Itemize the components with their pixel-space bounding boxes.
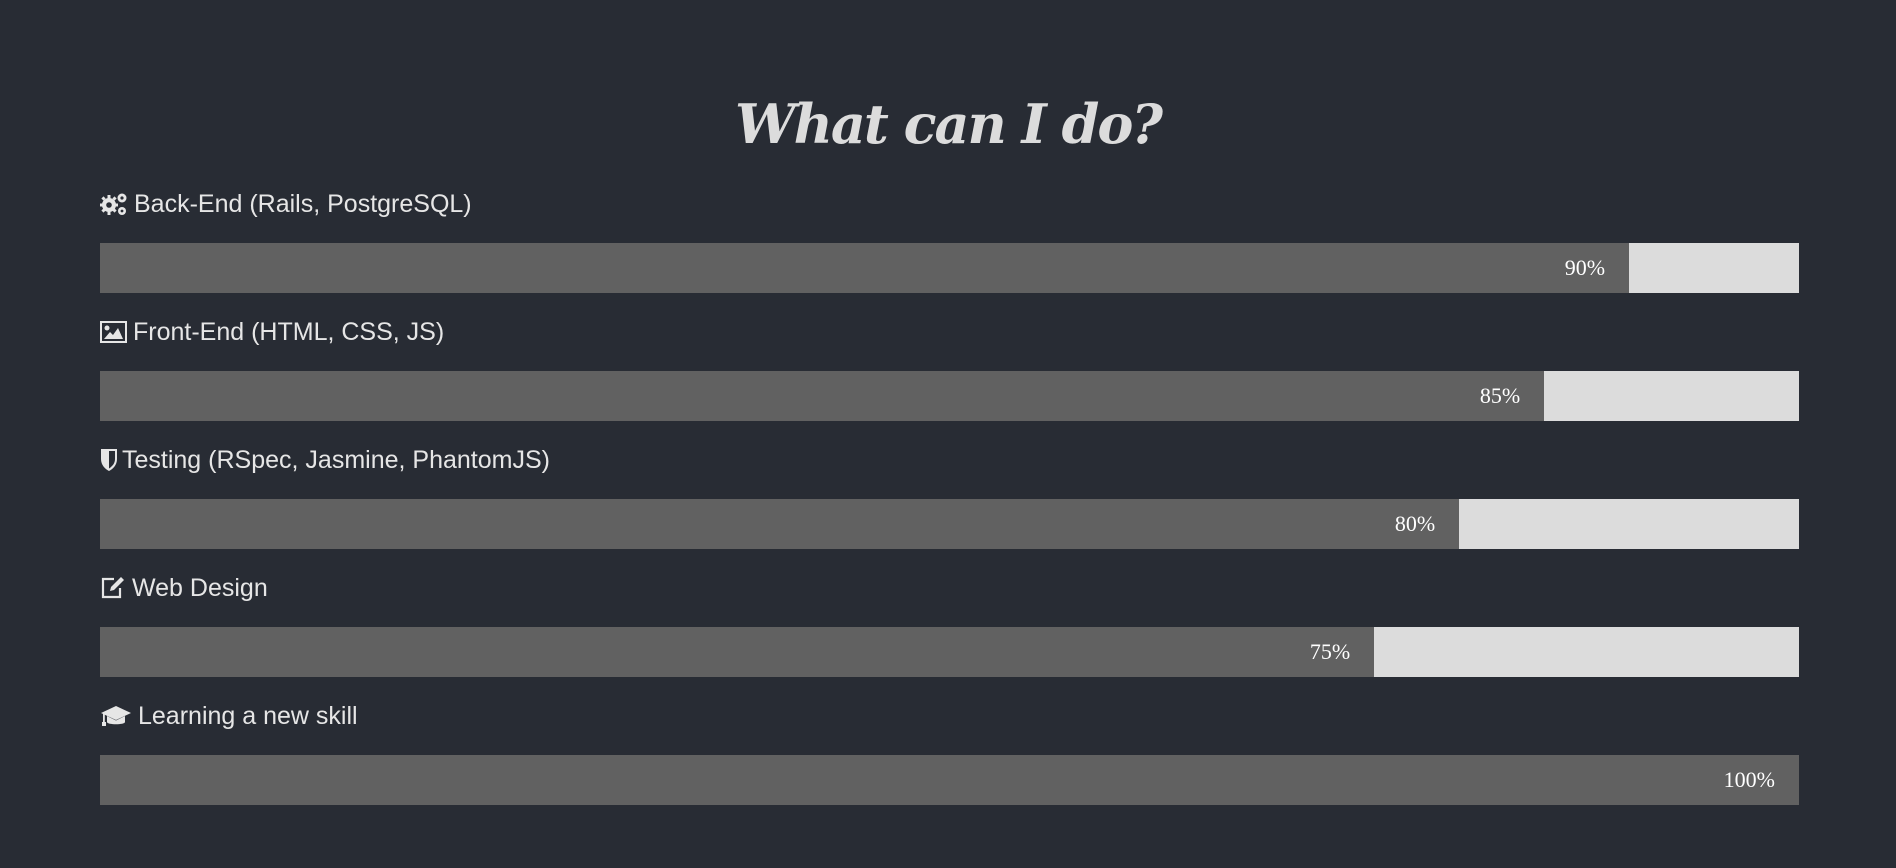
skill-item: Learning a new skill 100% [100,698,1799,826]
skill-item: Web Design 75% [100,570,1799,698]
progress-percent: 85% [1479,383,1521,408]
progress-percent: 80% [1394,511,1436,536]
progress-percent: 90% [1564,255,1606,280]
skill-item: Front-End (HTML, CSS, JS) 85% [100,314,1799,442]
skill-label: Web Design [132,573,268,602]
skill-heading: Front-End (HTML, CSS, JS) [100,314,1799,350]
progress-percent: 75% [1309,639,1351,664]
progress-fill: 90% [100,243,1630,293]
skill-heading: Web Design [100,570,1799,606]
progress-fill: 75% [100,627,1375,677]
image-icon [100,318,127,346]
skill-item: Testing (RSpec, Jasmine, PhantomJS) 80% [100,442,1799,570]
shield-icon [100,446,118,474]
skill-label: Learning a new skill [138,701,358,730]
skill-label: Back-End (Rails, PostgreSQL) [134,189,472,218]
skill-heading: Testing (RSpec, Jasmine, PhantomJS) [100,442,1799,478]
page-title: What can I do? [734,92,1163,156]
skills-list: Back-End (Rails, PostgreSQL) 90% Front-E… [100,186,1799,826]
progress-bar: 90% [100,243,1799,293]
gears-icon [100,190,128,218]
edit-icon [100,574,126,602]
skill-heading: Back-End (Rails, PostgreSQL) [100,186,1799,222]
graduation-cap-icon [100,702,132,730]
progress-fill: 85% [100,371,1545,421]
progress-bar: 85% [100,371,1799,421]
skill-label: Testing (RSpec, Jasmine, PhantomJS) [122,445,550,474]
skill-heading: Learning a new skill [100,698,1799,734]
progress-bar: 80% [100,499,1799,549]
progress-bar: 75% [100,627,1799,677]
skill-label: Front-End (HTML, CSS, JS) [133,317,445,346]
progress-percent: 100% [1723,767,1775,792]
progress-bar: 100% [100,755,1799,805]
progress-fill: 100% [100,755,1799,805]
progress-fill: 80% [100,499,1460,549]
skill-item: Back-End (Rails, PostgreSQL) 90% [100,186,1799,314]
